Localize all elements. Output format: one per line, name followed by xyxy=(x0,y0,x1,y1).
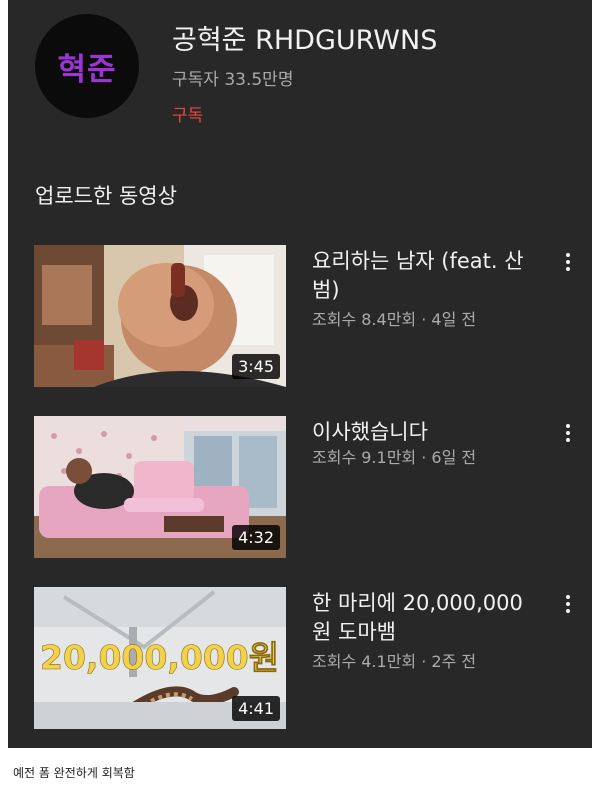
video-title[interactable]: 요리하는 남자 (feat. 산범) xyxy=(312,247,542,305)
more-options-icon[interactable] xyxy=(558,592,578,618)
video-meta: 조회수 9.1만회 · 6일 전 xyxy=(312,448,477,467)
video-title[interactable]: 한 마리에 20,000,000원 도마뱀 xyxy=(312,589,542,647)
section-title: 업로드한 동영상 xyxy=(35,184,177,208)
thumbnail-price-text: 20,000,000원 xyxy=(40,638,279,677)
post-caption: 예전 폼 완전하게 회복함 xyxy=(13,766,135,780)
more-options-icon[interactable] xyxy=(558,250,578,276)
subscriber-count: 구독자 33.5만명 xyxy=(172,70,294,90)
avatar-text: 혁준 xyxy=(57,51,117,88)
video-item[interactable]: 4:32 이사했습니다 조회수 9.1만회 · 6일 전 xyxy=(8,416,592,561)
video-thumbnail[interactable]: 20,000,000원 4:41 xyxy=(34,587,286,729)
channel-avatar[interactable]: 혁준 xyxy=(35,14,139,118)
video-meta: 조회수 4.1만회 · 2주 전 xyxy=(312,652,477,671)
more-options-icon[interactable] xyxy=(558,421,578,447)
channel-name: 공혁준 RHDGURWNS xyxy=(172,25,438,56)
video-meta: 조회수 8.4만회 · 4일 전 xyxy=(312,310,477,329)
youtube-channel-screen: 혁준 공혁준 RHDGURWNS 구독자 33.5만명 구독 업로드한 동영상 … xyxy=(8,0,592,748)
subscribe-button[interactable]: 구독 xyxy=(172,101,203,126)
video-duration: 4:32 xyxy=(232,525,280,550)
video-title[interactable]: 이사했습니다 xyxy=(312,418,542,447)
video-thumbnail[interactable]: 4:32 xyxy=(34,416,286,558)
video-duration: 3:45 xyxy=(232,354,280,379)
video-thumbnail[interactable]: 3:45 xyxy=(34,245,286,387)
video-item[interactable]: 20,000,000원 4:41 한 마리에 20,000,000원 도마뱀 조… xyxy=(8,587,592,732)
video-duration: 4:41 xyxy=(232,696,280,721)
video-item[interactable]: 3:45 요리하는 남자 (feat. 산범) 조회수 8.4만회 · 4일 전 xyxy=(8,245,592,390)
